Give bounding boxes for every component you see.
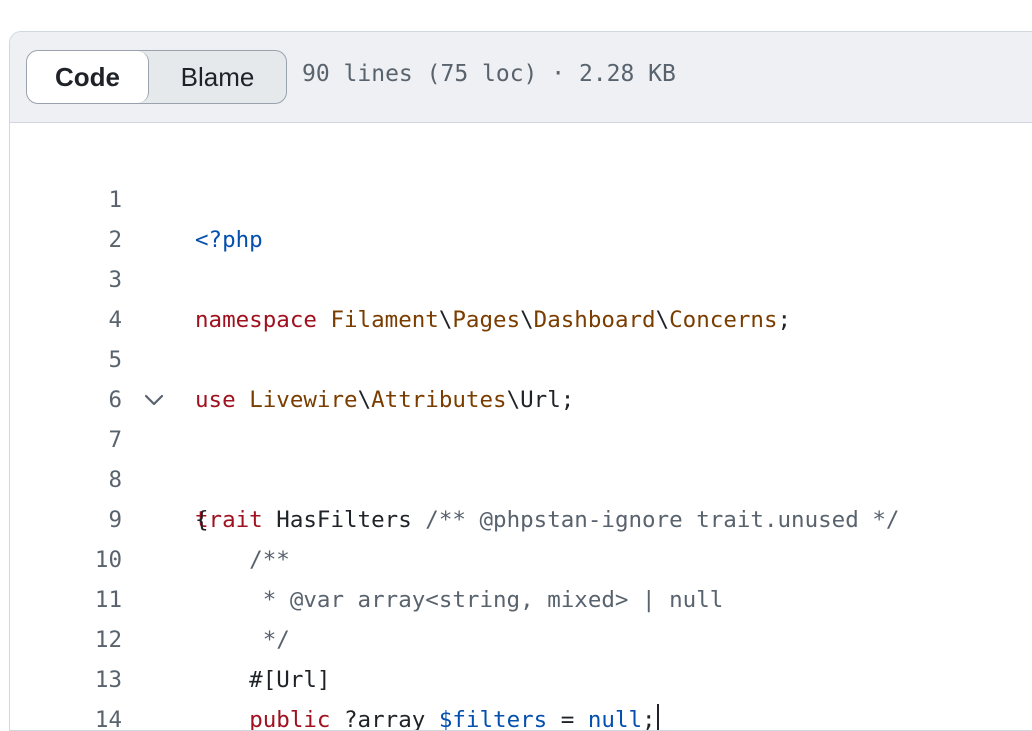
text-cursor [656, 704, 659, 730]
operator: = [547, 707, 588, 731]
variable: $filters [438, 707, 548, 731]
code-line: 13 public ?array $filters = null; [10, 620, 1032, 730]
line-number[interactable]: 14 [70, 700, 122, 730]
code-view-button[interactable]: Code [27, 51, 149, 103]
code-line: 9 /** [10, 460, 1032, 573]
line-content: public ?array $filters = null; [195, 700, 659, 731]
chevron-down-icon[interactable] [144, 391, 164, 409]
blame-view-button[interactable]: Blame [149, 51, 286, 103]
code-line: 6 [10, 340, 1032, 413]
code-line: 7 trait HasFilters /** @phpstan-ignore t… [10, 380, 1032, 533]
file-header: Code Blame 90 lines (75 loc) · 2.28 KB [10, 32, 1032, 123]
code-line: 2 [10, 180, 1032, 253]
type-hint: ?array [330, 707, 439, 731]
code-line: 10 * @var array<string, mixed> | null [10, 500, 1032, 613]
constant: null [587, 707, 643, 731]
view-toggle: Code Blame [26, 50, 287, 104]
code-listing[interactable]: 1 <?php 2 3 namespace Filament\Pages\Das… [10, 140, 1032, 730]
code-line: 3 namespace Filament\Pages\Dashboard\Con… [10, 220, 1032, 333]
code-line: 11 */ [10, 540, 1032, 653]
code-line: 1 <?php [10, 140, 1032, 253]
code-line: 14 [10, 660, 1032, 730]
keyword: public [249, 707, 331, 731]
code-line: 4 [10, 260, 1032, 333]
code-line: 12 #[Url] [10, 580, 1032, 693]
file-info: 90 lines (75 loc) · 2.28 KB [302, 61, 676, 87]
code-line: 8 { [10, 420, 1032, 533]
semicolon: ; [642, 707, 656, 731]
file-viewer: Code Blame 90 lines (75 loc) · 2.28 KB 1… [9, 31, 1032, 731]
code-line: 5 use Livewire\Attributes\Url; [10, 300, 1032, 413]
